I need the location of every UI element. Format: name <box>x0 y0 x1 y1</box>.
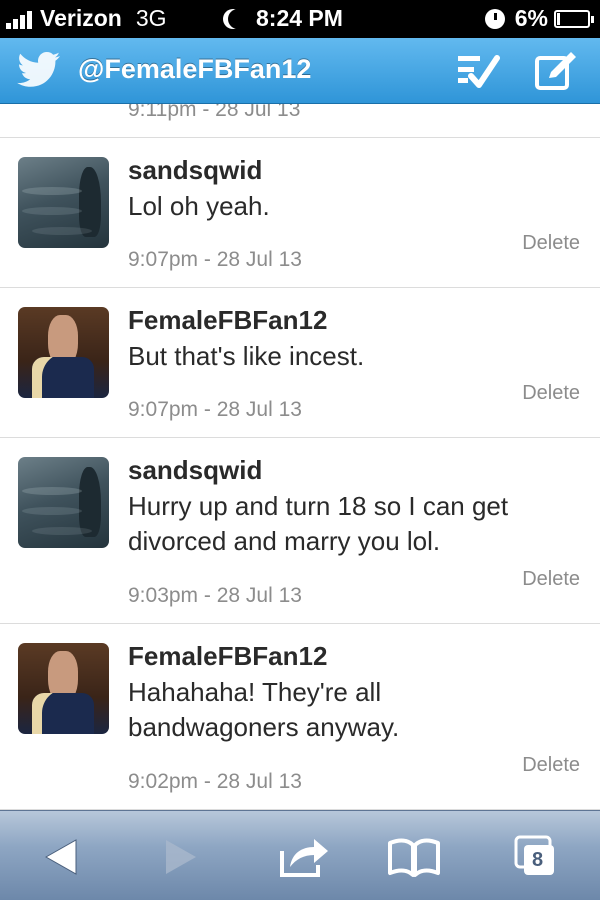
share-icon[interactable] <box>274 829 334 885</box>
message-item[interactable]: FemaleFBFan12 But that's like incest. De… <box>0 288 600 438</box>
status-center: 8:24 PM <box>222 5 343 32</box>
status-left: Verizon 3G <box>6 5 167 32</box>
message-item[interactable]: FemaleFBFan12 Hahahaha! They're all band… <box>0 624 600 810</box>
status-bar: Verizon 3G 8:24 PM 6% <box>0 0 600 38</box>
battery-percent: 6% <box>514 5 548 31</box>
sender-name[interactable]: FemaleFBFan12 <box>128 641 327 672</box>
message-item[interactable]: sandsqwid Lol oh yeah. Delete 9:07pm - 2… <box>0 138 600 288</box>
compose-icon[interactable] <box>533 50 579 92</box>
sender-name[interactable]: FemaleFBFan12 <box>128 305 327 336</box>
delete-button[interactable]: Delete <box>522 754 580 777</box>
avatar[interactable] <box>18 643 109 734</box>
bookmarks-icon[interactable] <box>384 829 444 885</box>
message-timestamp: 9:02pm - 28 Jul 13 <box>128 770 302 793</box>
message-text: Lol oh yeah. <box>128 191 270 221</box>
do-not-disturb-moon-icon <box>228 9 248 29</box>
status-right: 6% <box>484 5 594 32</box>
message-timestamp: 9:07pm - 28 Jul 13 <box>128 248 302 271</box>
browser-toolbar: 8 <box>0 810 600 900</box>
delete-button[interactable]: Delete <box>522 382 580 405</box>
message-text: Hurry up and turn 18 so I can get divorc… <box>128 491 509 556</box>
delete-button[interactable]: Delete <box>522 232 580 255</box>
checklist-icon[interactable] <box>455 50 501 92</box>
avatar[interactable] <box>18 307 109 398</box>
avatar[interactable] <box>18 457 109 548</box>
avatar[interactable] <box>18 157 109 248</box>
tabs-icon[interactable]: 8 <box>510 829 570 885</box>
sender-name[interactable]: sandsqwid <box>128 455 262 486</box>
alarm-clock-icon <box>484 8 505 29</box>
account-handle: @FemaleFBFan12 <box>78 54 312 84</box>
network-label: 3G <box>135 5 167 31</box>
message-list[interactable]: 9:11pm - 28 Jul 13 sandsqwid Lol oh yeah… <box>0 104 600 810</box>
message-timestamp: 9:11pm - 28 Jul 13 <box>128 104 301 121</box>
twitter-bird-icon[interactable] <box>16 50 62 90</box>
message-text: But that's like incest. <box>128 341 365 371</box>
status-time: 8:24 PM <box>256 5 343 31</box>
message-text: Hahahaha! They're all bandwagoners anywa… <box>128 677 400 742</box>
signal-icon <box>6 9 34 29</box>
message-timestamp: 9:07pm - 28 Jul 13 <box>128 398 302 421</box>
partial-message: 9:11pm - 28 Jul 13 <box>0 104 600 138</box>
back-arrow-icon[interactable] <box>32 829 92 885</box>
message-timestamp: 9:03pm - 28 Jul 13 <box>128 584 302 607</box>
delete-button[interactable]: Delete <box>522 568 580 591</box>
sender-name[interactable]: sandsqwid <box>128 155 262 186</box>
battery-icon <box>554 9 594 28</box>
carrier-label: Verizon <box>40 5 122 31</box>
message-item[interactable]: sandsqwid Hurry up and turn 18 so I can … <box>0 438 600 624</box>
tab-count: 8 <box>532 849 544 871</box>
app-header: @FemaleFBFan12 <box>0 38 600 104</box>
forward-arrow-icon[interactable] <box>150 829 210 885</box>
